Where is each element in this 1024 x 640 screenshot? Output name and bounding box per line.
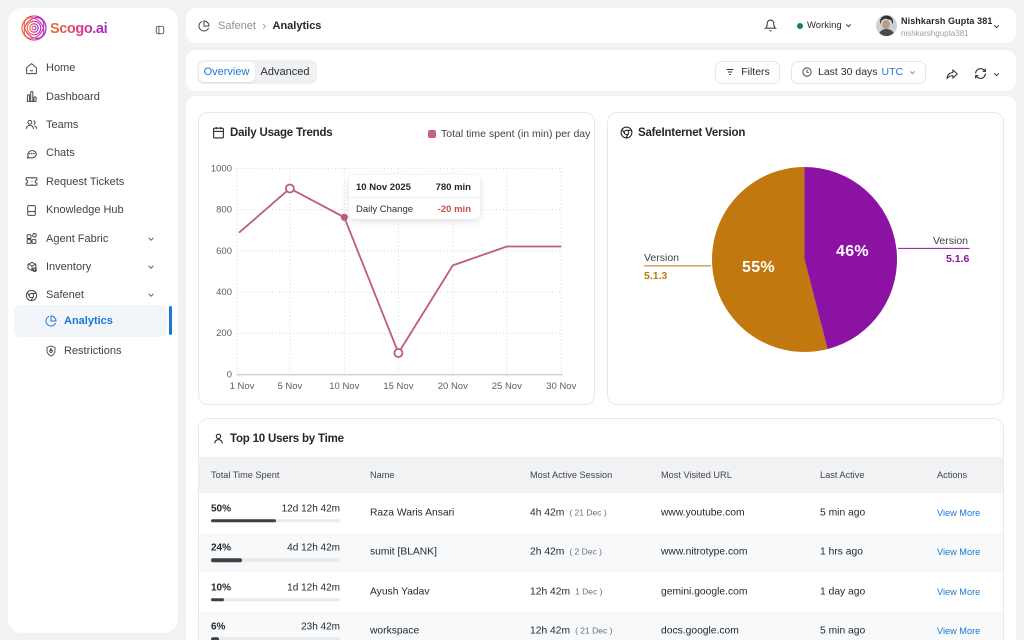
svg-text:0: 0	[227, 370, 232, 381]
svg-text:400: 400	[216, 287, 232, 298]
svg-text:30 Nov: 30 Nov	[546, 381, 576, 392]
svg-text:800: 800	[216, 205, 232, 216]
svg-text:25 Nov: 25 Nov	[492, 381, 522, 392]
svg-text:15 Nov: 15 Nov	[383, 381, 413, 392]
svg-text:20 Nov: 20 Nov	[438, 381, 468, 392]
svg-text:600: 600	[216, 246, 232, 257]
svg-text:1 Nov: 1 Nov	[230, 381, 255, 392]
svg-text:10 Nov: 10 Nov	[329, 381, 359, 392]
svg-text:1000: 1000	[211, 163, 232, 174]
svg-text:200: 200	[216, 328, 232, 339]
svg-text:5 Nov: 5 Nov	[277, 381, 302, 392]
